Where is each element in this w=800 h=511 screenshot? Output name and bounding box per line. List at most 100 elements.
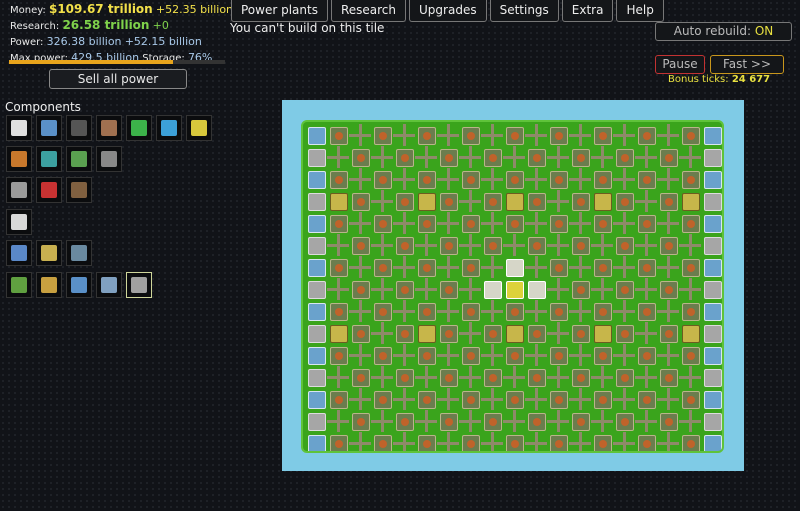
component-button[interactable] — [36, 115, 62, 141]
map-tile[interactable] — [393, 344, 415, 366]
menu-tab-settings[interactable]: Settings — [489, 0, 559, 22]
map-tile[interactable] — [349, 146, 371, 168]
map-tile[interactable] — [481, 234, 503, 256]
map-tile[interactable] — [415, 212, 437, 234]
map-tile[interactable] — [591, 388, 613, 410]
map-tile[interactable] — [569, 344, 591, 366]
map-tile[interactable] — [481, 388, 503, 410]
map-tile[interactable] — [635, 410, 657, 432]
map-tile[interactable] — [415, 190, 437, 212]
map-tile[interactable] — [393, 190, 415, 212]
map-tile[interactable] — [393, 278, 415, 300]
map-tile[interactable] — [525, 344, 547, 366]
map-tile[interactable] — [459, 146, 481, 168]
map-tile[interactable] — [349, 388, 371, 410]
map-tile[interactable] — [679, 300, 701, 322]
map-tile[interactable] — [569, 234, 591, 256]
map-tile[interactable] — [481, 344, 503, 366]
map-tile[interactable] — [679, 278, 701, 300]
map-tile[interactable] — [525, 432, 547, 451]
map-tile[interactable] — [459, 410, 481, 432]
map-tile[interactable] — [371, 168, 393, 190]
map-tile[interactable] — [503, 146, 525, 168]
map-tile[interactable] — [437, 146, 459, 168]
map-tile[interactable] — [437, 300, 459, 322]
map-tile[interactable] — [415, 432, 437, 451]
map-tile[interactable] — [327, 300, 349, 322]
map-tile[interactable] — [371, 190, 393, 212]
map-tile[interactable] — [371, 234, 393, 256]
fast-button[interactable]: Fast >> — [710, 55, 784, 74]
map-tile[interactable] — [437, 432, 459, 451]
map-tile[interactable] — [459, 344, 481, 366]
map-tile[interactable] — [327, 278, 349, 300]
map-tile[interactable] — [547, 168, 569, 190]
map-tile[interactable] — [305, 278, 327, 300]
map-tile[interactable] — [503, 124, 525, 146]
map-tile[interactable] — [503, 300, 525, 322]
map-tile[interactable] — [393, 432, 415, 451]
map-tile[interactable] — [481, 212, 503, 234]
map-tile[interactable] — [305, 344, 327, 366]
map-tile[interactable] — [349, 322, 371, 344]
map-tile[interactable] — [349, 190, 371, 212]
map-tile[interactable] — [415, 300, 437, 322]
map-tile[interactable] — [371, 388, 393, 410]
map-tile[interactable] — [327, 432, 349, 451]
map-tile[interactable] — [569, 432, 591, 451]
map-tile[interactable] — [591, 146, 613, 168]
map-tile[interactable] — [679, 366, 701, 388]
map-tile[interactable] — [459, 124, 481, 146]
map-tile[interactable] — [613, 432, 635, 451]
map-tile[interactable] — [415, 124, 437, 146]
map-tile[interactable] — [635, 278, 657, 300]
map-tile[interactable] — [591, 278, 613, 300]
map-tile[interactable] — [415, 278, 437, 300]
map-tile[interactable] — [591, 212, 613, 234]
map-tile[interactable] — [635, 212, 657, 234]
map-tile[interactable] — [481, 410, 503, 432]
map-tile[interactable] — [657, 190, 679, 212]
map-tile[interactable] — [547, 234, 569, 256]
map-tile[interactable] — [305, 190, 327, 212]
map-tile[interactable] — [547, 190, 569, 212]
map-tile[interactable] — [437, 344, 459, 366]
map-tile[interactable] — [327, 388, 349, 410]
map-tile[interactable] — [393, 410, 415, 432]
map-tile[interactable] — [547, 366, 569, 388]
map-tile[interactable] — [327, 344, 349, 366]
map-tile[interactable] — [613, 388, 635, 410]
map-tile[interactable] — [525, 278, 547, 300]
map-tile[interactable] — [547, 300, 569, 322]
map-tile[interactable] — [701, 366, 722, 388]
map-tile[interactable] — [393, 168, 415, 190]
map-tile[interactable] — [437, 256, 459, 278]
map-tile[interactable] — [701, 190, 722, 212]
map-tile[interactable] — [327, 410, 349, 432]
map-tile[interactable] — [305, 300, 327, 322]
map-tile[interactable] — [481, 300, 503, 322]
map-tile[interactable] — [657, 212, 679, 234]
map-tile[interactable] — [525, 168, 547, 190]
map-tile[interactable] — [371, 344, 393, 366]
map-tile[interactable] — [371, 300, 393, 322]
map-tile[interactable] — [569, 190, 591, 212]
menu-tab-extra[interactable]: Extra — [561, 0, 614, 22]
map-tile[interactable] — [459, 432, 481, 451]
map-tile[interactable] — [525, 366, 547, 388]
map-tile[interactable] — [547, 212, 569, 234]
map-tile[interactable] — [305, 322, 327, 344]
map-tile[interactable] — [525, 388, 547, 410]
map-tile[interactable] — [657, 388, 679, 410]
pause-button[interactable]: Pause — [655, 55, 705, 74]
map-tile[interactable] — [371, 124, 393, 146]
map-tile[interactable] — [635, 300, 657, 322]
map-tile[interactable] — [657, 366, 679, 388]
component-button[interactable] — [6, 115, 32, 141]
map-tile[interactable] — [481, 190, 503, 212]
map-tile[interactable] — [349, 432, 371, 451]
map-tile[interactable] — [569, 410, 591, 432]
map-tile[interactable] — [657, 146, 679, 168]
map-tile[interactable] — [657, 278, 679, 300]
map-tile[interactable] — [349, 366, 371, 388]
